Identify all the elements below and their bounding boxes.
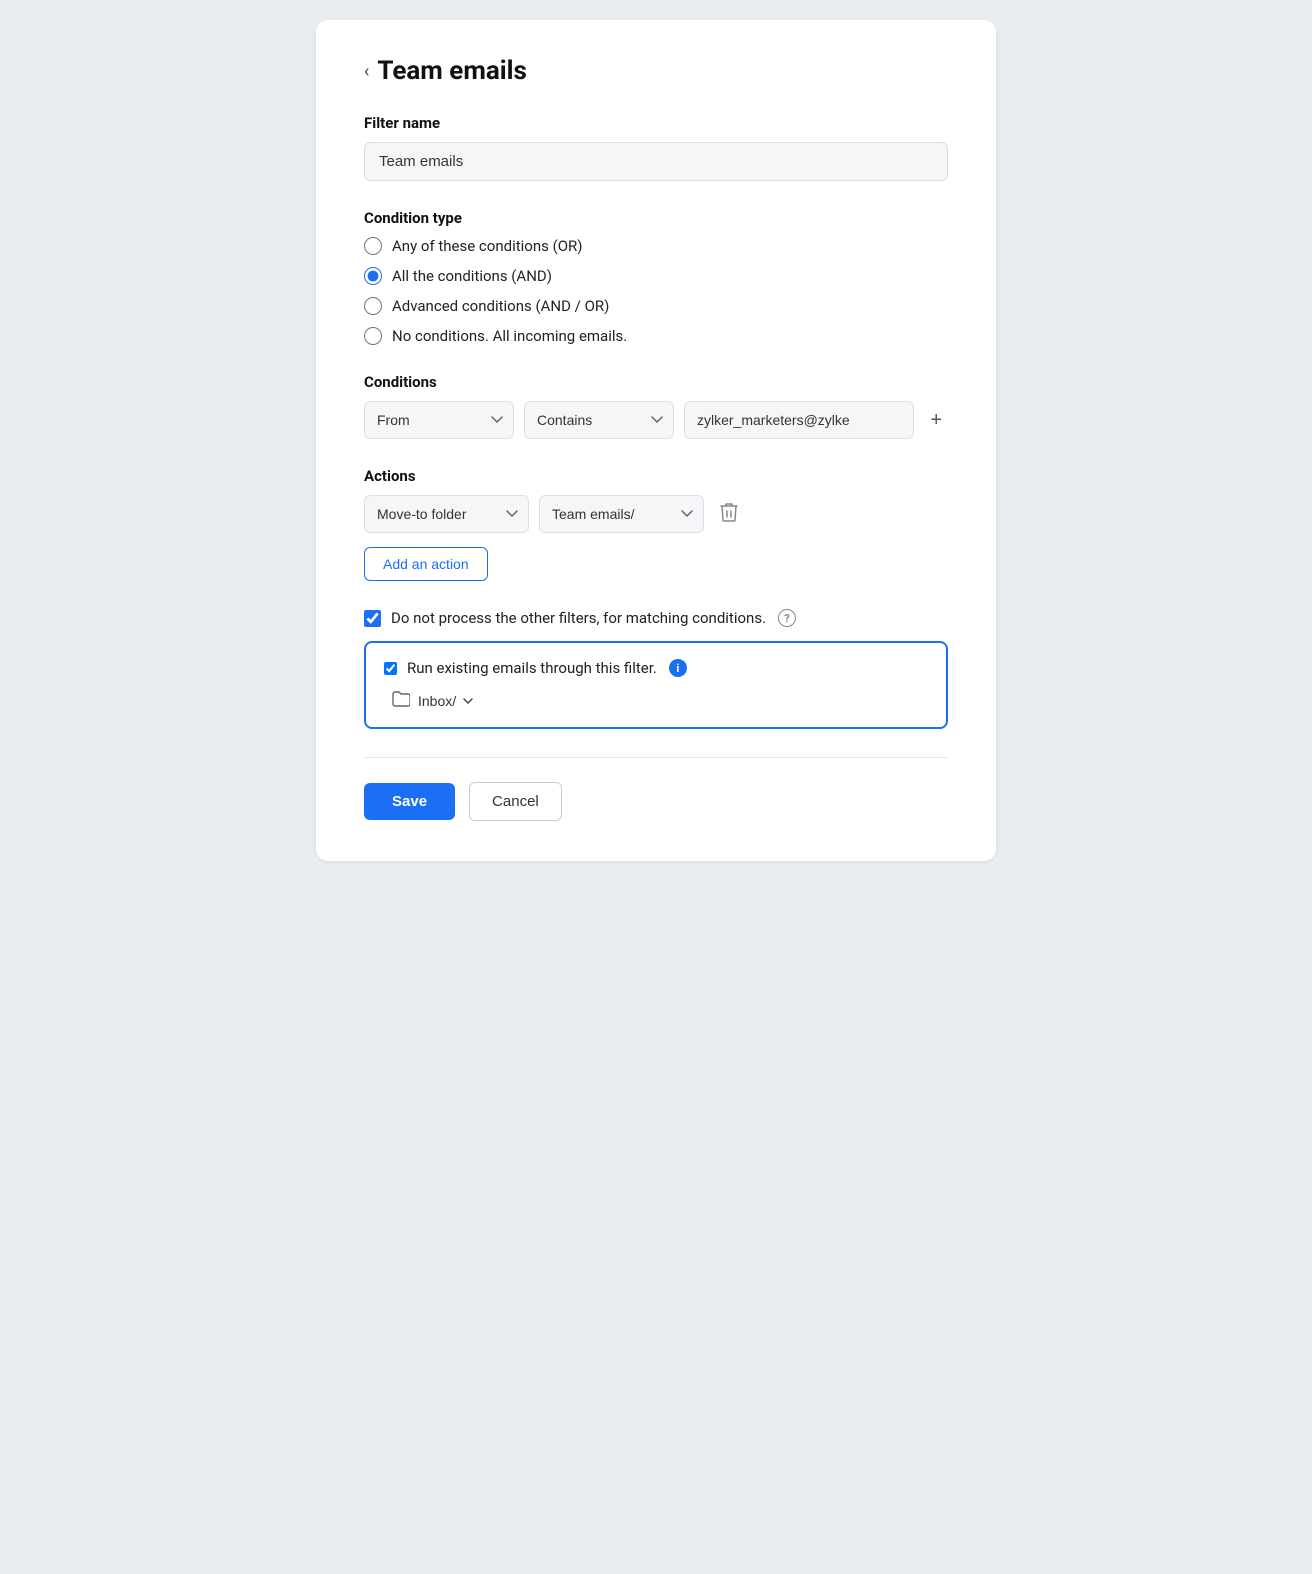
from-dropdown[interactable]: From	[364, 401, 514, 439]
back-nav: ‹ Team emails	[364, 56, 948, 86]
radio-none-label: No conditions. All incoming emails.	[392, 327, 627, 345]
conditions-row: From Contains +	[364, 401, 948, 439]
radio-and[interactable]	[364, 267, 382, 285]
conditions-label: Conditions	[364, 373, 948, 391]
delete-action-button[interactable]	[714, 498, 744, 531]
no-process-row: Do not process the other filters, for ma…	[364, 609, 948, 627]
folder-icon	[392, 691, 410, 711]
radio-item-or[interactable]: Any of these conditions (OR)	[364, 237, 948, 255]
add-condition-button[interactable]: +	[924, 406, 948, 434]
run-existing-label: Run existing emails through this filter.	[407, 659, 657, 677]
main-card: ‹ Team emails Filter name Condition type…	[316, 20, 996, 861]
action-dropdown[interactable]: Move-to folder	[364, 495, 529, 533]
radio-item-none[interactable]: No conditions. All incoming emails.	[364, 327, 948, 345]
info-icon[interactable]: i	[669, 659, 687, 677]
inbox-dropdown[interactable]: Inbox/	[418, 693, 475, 709]
radio-advanced[interactable]	[364, 297, 382, 315]
email-value-input[interactable]	[684, 401, 914, 439]
run-existing-checkbox[interactable]	[384, 662, 397, 675]
help-icon[interactable]: ?	[778, 609, 796, 627]
contains-dropdown[interactable]: Contains	[524, 401, 674, 439]
condition-type-radio-group: Any of these conditions (OR) All the con…	[364, 237, 948, 345]
folder-select-row: Inbox/	[392, 691, 928, 711]
radio-or-label: Any of these conditions (OR)	[392, 237, 583, 255]
add-action-button[interactable]: Add an action	[364, 547, 488, 581]
radio-item-advanced[interactable]: Advanced conditions (AND / OR)	[364, 297, 948, 315]
radio-advanced-label: Advanced conditions (AND / OR)	[392, 297, 609, 315]
actions-row: Move-to folder Team emails/	[364, 495, 948, 533]
save-button[interactable]: Save	[364, 783, 455, 820]
folder-dropdown[interactable]: Team emails/	[539, 495, 704, 533]
condition-type-section: Condition type Any of these conditions (…	[364, 209, 948, 345]
actions-label: Actions	[364, 467, 948, 485]
run-filter-header: Run existing emails through this filter.…	[384, 659, 928, 677]
no-process-label: Do not process the other filters, for ma…	[391, 609, 766, 627]
filter-name-section: Filter name	[364, 114, 948, 181]
radio-none[interactable]	[364, 327, 382, 345]
cancel-button[interactable]: Cancel	[469, 782, 562, 821]
footer-buttons: Save Cancel	[364, 782, 948, 821]
conditions-section: Conditions From Contains +	[364, 373, 948, 439]
radio-and-label: All the conditions (AND)	[392, 267, 552, 285]
no-process-checkbox[interactable]	[364, 610, 381, 627]
radio-or[interactable]	[364, 237, 382, 255]
page-title: Team emails	[377, 56, 526, 86]
footer-divider	[364, 757, 948, 758]
filter-name-input[interactable]	[364, 142, 948, 181]
back-arrow-icon[interactable]: ‹	[364, 61, 369, 82]
run-filter-box: Run existing emails through this filter.…	[364, 641, 948, 729]
filter-name-label: Filter name	[364, 114, 948, 132]
actions-section: Actions Move-to folder Team emails/ Add …	[364, 467, 948, 581]
no-process-section: Do not process the other filters, for ma…	[364, 609, 948, 729]
condition-type-label: Condition type	[364, 209, 948, 227]
radio-item-and[interactable]: All the conditions (AND)	[364, 267, 948, 285]
